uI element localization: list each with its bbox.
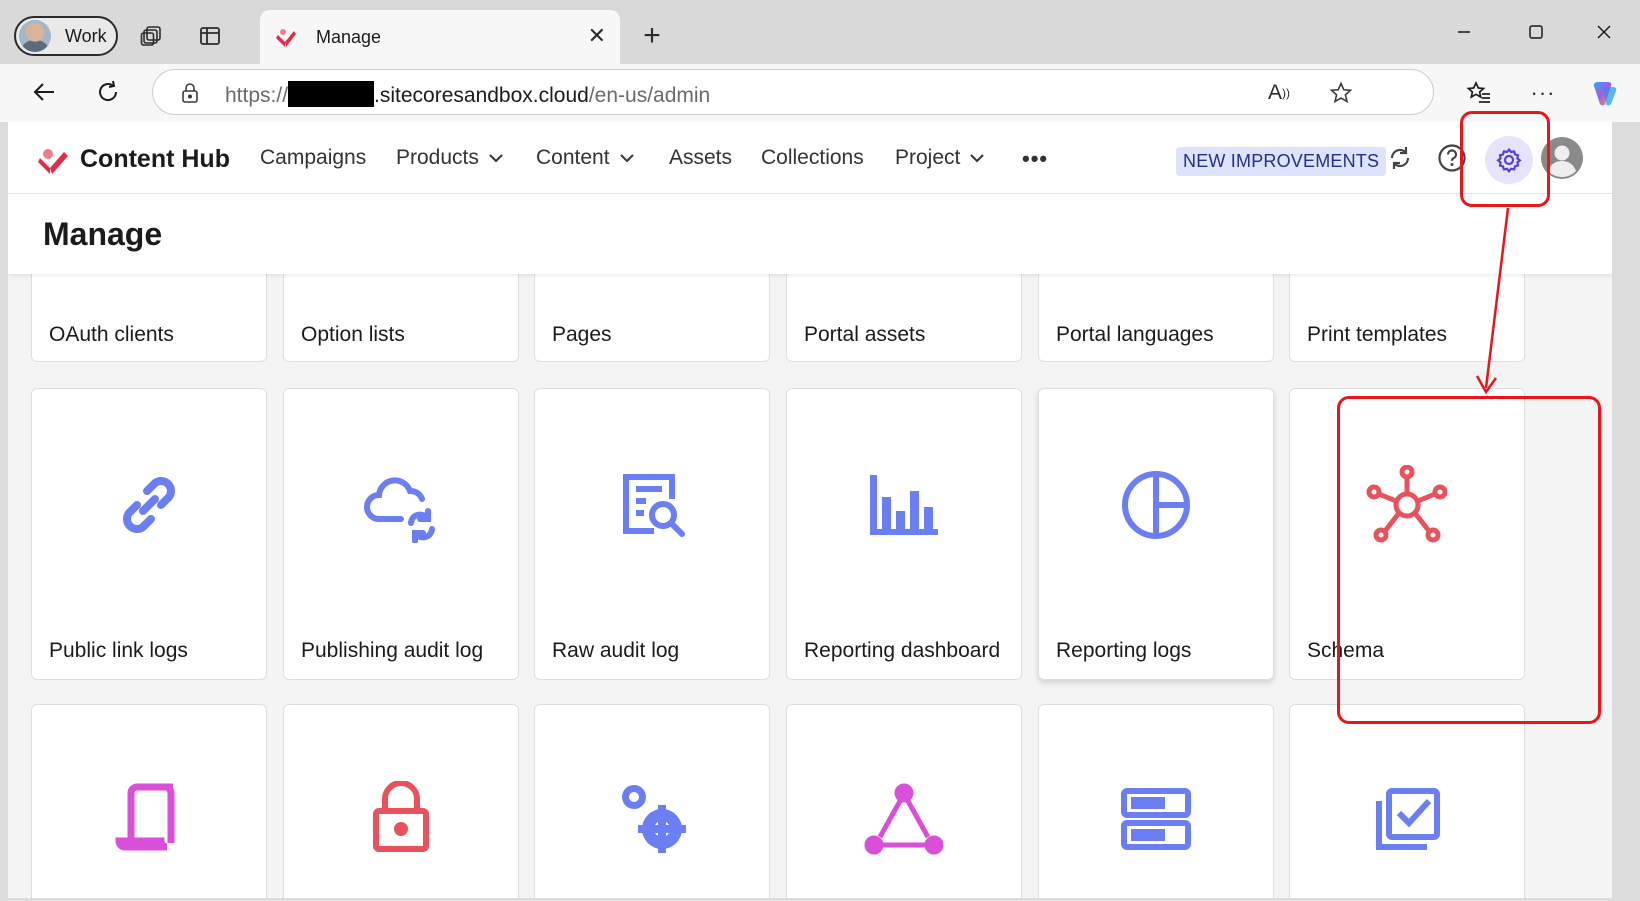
nav-more-icon[interactable]: ••• bbox=[1022, 146, 1048, 172]
favorite-star-icon[interactable] bbox=[1327, 79, 1355, 107]
read-aloud-icon[interactable]: A)) bbox=[1265, 79, 1293, 107]
card-row3-1[interactable] bbox=[31, 704, 267, 898]
workspaces-icon[interactable] bbox=[136, 20, 168, 52]
card-row3-3[interactable] bbox=[534, 704, 770, 898]
nav-project[interactable]: Project bbox=[895, 146, 985, 170]
chevron-down-icon bbox=[970, 153, 985, 162]
url-text: https://.sitecoresandbox.cloud/en-us/adm… bbox=[225, 81, 710, 108]
scroll-document-icon bbox=[32, 783, 266, 855]
address-bar[interactable]: https://.sitecoresandbox.cloud/en-us/adm… bbox=[152, 69, 1434, 115]
favorites-icon[interactable] bbox=[1462, 76, 1496, 110]
page-title: Manage bbox=[43, 216, 163, 252]
sitecore-favicon-icon bbox=[276, 29, 296, 47]
brand-name: Content Hub bbox=[80, 144, 230, 173]
new-tab-icon[interactable]: + bbox=[636, 19, 668, 52]
card-row3-6[interactable] bbox=[1289, 704, 1525, 898]
card-public-link-logs[interactable]: Public link logs bbox=[31, 388, 267, 680]
card-raw-audit-log[interactable]: Raw audit log bbox=[534, 388, 770, 680]
card-publishing-audit-log[interactable]: Publishing audit log bbox=[283, 388, 519, 680]
profile-avatar bbox=[19, 20, 51, 52]
more-options-icon[interactable]: ··· bbox=[1526, 76, 1560, 110]
vertical-tabs-icon[interactable] bbox=[194, 20, 226, 52]
nav-products[interactable]: Products bbox=[396, 146, 503, 170]
redaction-bar bbox=[288, 81, 375, 107]
card-row3-4[interactable] bbox=[786, 704, 1022, 898]
card-row3-5[interactable] bbox=[1038, 704, 1274, 898]
nav-content[interactable]: Content bbox=[536, 146, 634, 170]
server-icon bbox=[1039, 787, 1273, 851]
nav-campaigns[interactable]: Campaigns bbox=[260, 146, 366, 170]
pie-chart-icon bbox=[1039, 469, 1273, 541]
window-close-icon[interactable] bbox=[1586, 14, 1622, 50]
profile-button[interactable]: Work bbox=[14, 16, 118, 56]
nav-assets[interactable]: Assets bbox=[669, 146, 732, 170]
tab-title: Manage bbox=[316, 26, 382, 47]
refresh-icon[interactable] bbox=[90, 74, 126, 110]
link-icon bbox=[32, 469, 266, 541]
new-improvements-badge[interactable]: NEW IMPROVEMENTS bbox=[1176, 147, 1387, 176]
workflow-triangle-icon bbox=[787, 783, 1021, 855]
checklist-icon bbox=[1290, 785, 1524, 853]
tab-manage[interactable]: Manage ✕ bbox=[260, 10, 620, 64]
nav-collections[interactable]: Collections bbox=[761, 146, 864, 170]
bar-chart-icon bbox=[787, 471, 1021, 539]
maximize-icon[interactable] bbox=[1518, 14, 1554, 50]
lock-icon[interactable] bbox=[179, 82, 201, 104]
document-search-icon bbox=[535, 469, 769, 541]
cloud-sync-icon bbox=[284, 471, 518, 543]
sync-icon[interactable] bbox=[1380, 138, 1420, 178]
page-header: Manage bbox=[8, 194, 1612, 274]
annotation-settings-highlight bbox=[1460, 111, 1550, 207]
app-top-nav: Content Hub Campaigns Products Content A… bbox=[8, 122, 1612, 194]
sitecore-logo-icon bbox=[38, 149, 68, 174]
browser-tab-bar: Work Manage ✕ + bbox=[0, 0, 1640, 64]
card-reporting-logs[interactable]: Reporting logs bbox=[1038, 388, 1274, 680]
lock-icon bbox=[284, 781, 518, 853]
gears-icon bbox=[535, 781, 769, 857]
tab-close-icon[interactable]: ✕ bbox=[588, 23, 606, 49]
chevron-down-icon bbox=[489, 153, 503, 162]
chevron-down-icon bbox=[619, 153, 634, 162]
copilot-icon[interactable] bbox=[1588, 76, 1622, 110]
profile-label: Work bbox=[65, 25, 107, 46]
back-icon[interactable] bbox=[26, 74, 62, 110]
browser-toolbar: https://.sitecoresandbox.cloud/en-us/adm… bbox=[0, 64, 1640, 122]
card-row3-2[interactable] bbox=[283, 704, 519, 898]
annotation-schema-highlight bbox=[1337, 396, 1601, 724]
card-reporting-dashboard[interactable]: Reporting dashboard bbox=[786, 388, 1022, 680]
minimize-icon[interactable] bbox=[1446, 14, 1482, 50]
brand-logo[interactable]: Content Hub bbox=[38, 144, 230, 174]
